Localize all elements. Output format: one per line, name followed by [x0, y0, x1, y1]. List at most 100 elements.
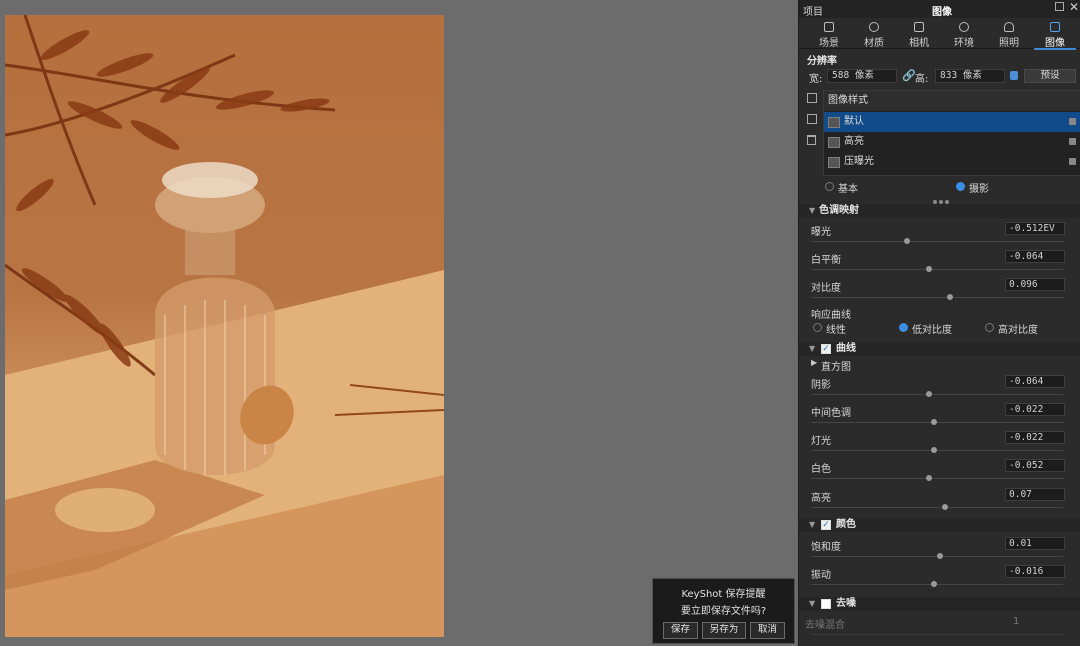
tab-material[interactable]: 材质 — [853, 20, 895, 49]
midtones-field[interactable]: -0.022 — [1005, 403, 1065, 416]
tab-scene[interactable]: 场景 — [808, 20, 850, 49]
image-style-list: 图像样式 默认 高亮 压曝光 — [823, 90, 1080, 176]
midtones-slider-handle[interactable] — [931, 419, 938, 425]
brights-field[interactable]: 0.07 — [1005, 488, 1065, 501]
exposure-slider[interactable] — [811, 241, 1063, 242]
contrast-label: 对比度 — [811, 283, 841, 294]
style-item-label: 默认 — [844, 116, 864, 127]
undock-icon[interactable] — [1055, 2, 1064, 11]
tab-image[interactable]: 图像 — [1034, 20, 1076, 50]
brights-slider-handle[interactable] — [941, 504, 948, 510]
height-label: 高: — [915, 74, 929, 85]
tab-lighting[interactable]: 照明 — [988, 20, 1030, 49]
denoise-heading: 去噪 — [836, 598, 856, 609]
color-enable-checkbox[interactable]: ✓ — [821, 520, 831, 530]
material-icon — [869, 22, 879, 32]
whites-slider-handle[interactable] — [926, 475, 933, 481]
contrast-slider[interactable] — [811, 297, 1063, 298]
highlights-label: 灯光 — [811, 436, 831, 447]
tab-image-label: 图像 — [1045, 38, 1065, 49]
brights-slider[interactable] — [811, 507, 1063, 508]
save-button[interactable]: 保存 — [663, 622, 698, 639]
dialog-title: KeyShot 保存提醒 — [681, 589, 766, 600]
mode-basic-label: 基本 — [838, 184, 858, 195]
color-heading: 颜色 — [836, 519, 856, 530]
white-balance-slider-handle[interactable] — [926, 266, 933, 272]
curves-section[interactable]: ▼ ✓ 曲线 — [799, 342, 1080, 356]
curve-high-contrast-radio[interactable] — [985, 323, 994, 332]
environment-icon — [959, 22, 969, 32]
saturation-field[interactable]: 0.01 — [1005, 537, 1065, 550]
highlights-field[interactable]: -0.022 — [1005, 431, 1065, 444]
preset-button[interactable]: 预设 — [1024, 69, 1076, 83]
whites-slider[interactable] — [811, 478, 1063, 479]
padlock-icon — [1069, 118, 1076, 125]
style-item-default[interactable]: 默认 — [824, 112, 1080, 132]
link-icon[interactable]: 🔗 — [902, 69, 916, 82]
style-swatch-icon — [828, 137, 840, 148]
tab-environment[interactable]: 环境 — [943, 20, 985, 49]
save-as-button[interactable]: 另存为 — [702, 622, 746, 639]
denoise-enable-checkbox[interactable]: ✓ — [821, 599, 831, 609]
chevron-down-icon: ▼ — [809, 206, 816, 215]
more-options-icon[interactable] — [933, 196, 953, 204]
tab-environment-label: 环境 — [954, 38, 974, 49]
contrast-field[interactable]: 0.096 — [1005, 278, 1065, 291]
style-swatch-icon — [828, 117, 840, 128]
mode-photo-radio[interactable] — [956, 182, 965, 191]
saturation-label: 饱和度 — [811, 542, 841, 553]
panel-title: 图像 — [932, 7, 952, 18]
denoise-blend-slider[interactable] — [811, 634, 1063, 635]
panel-tabs: 场景 材质 相机 环境 照明 图像 — [799, 18, 1080, 50]
duplicate-style-icon[interactable] — [807, 114, 817, 124]
lighting-icon — [1004, 22, 1014, 32]
saturation-slider-handle[interactable] — [936, 553, 943, 559]
highlights-slider[interactable] — [811, 450, 1063, 451]
project-label: 项目 — [803, 7, 823, 18]
highlights-slider-handle[interactable] — [931, 447, 938, 453]
histogram-label[interactable]: 直方图 — [821, 358, 851, 373]
trash-icon[interactable] — [807, 135, 816, 145]
histogram-expand-icon[interactable]: ▶ — [811, 358, 817, 367]
white-balance-field[interactable]: -0.064 — [1005, 250, 1065, 263]
height-field[interactable]: 833 像素 — [935, 69, 1005, 83]
vibrance-field[interactable]: -0.016 — [1005, 565, 1065, 578]
vibrance-slider[interactable] — [811, 584, 1063, 585]
curves-enable-checkbox[interactable]: ✓ — [821, 344, 831, 354]
exposure-field[interactable]: -0.512EV — [1005, 222, 1065, 235]
color-section[interactable]: ▼ ✓ 颜色 — [799, 518, 1080, 532]
chevron-down-icon: ▼ — [809, 599, 816, 608]
padlock-icon — [1069, 158, 1076, 165]
contrast-slider-handle[interactable] — [946, 294, 953, 300]
vibrance-slider-handle[interactable] — [931, 581, 938, 587]
shadows-label: 阴影 — [811, 380, 831, 391]
add-style-icon[interactable] — [807, 93, 817, 103]
curve-linear-radio[interactable] — [813, 323, 822, 332]
tone-mapping-heading: 色调映射 — [819, 205, 859, 216]
shadows-slider-handle[interactable] — [926, 391, 933, 397]
curve-low-contrast-radio[interactable] — [899, 323, 908, 332]
denoise-blend-value[interactable]: 1 — [1013, 616, 1019, 627]
render-viewport[interactable]: KeyShot 保存提醒 要立即保存文件吗? 保存 另存为 取消 — [0, 0, 798, 646]
close-icon[interactable]: ✕ — [1069, 0, 1079, 14]
width-field[interactable]: 588 像素 — [827, 69, 897, 83]
tone-mapping-section[interactable]: ▼ 色调映射 — [799, 204, 1080, 218]
brights-label: 高亮 — [811, 493, 831, 504]
tab-camera[interactable]: 相机 — [898, 20, 940, 49]
white-balance-slider[interactable] — [811, 269, 1063, 270]
mode-basic-radio[interactable] — [825, 182, 834, 191]
exposure-slider-handle[interactable] — [903, 238, 910, 244]
shadows-slider[interactable] — [811, 394, 1063, 395]
cancel-button[interactable]: 取消 — [750, 622, 785, 639]
midtones-label: 中间色调 — [811, 408, 851, 419]
denoise-section[interactable]: ▼ ✓ 去噪 — [799, 597, 1080, 611]
camera-icon — [914, 22, 924, 32]
shadows-field[interactable]: -0.064 — [1005, 375, 1065, 388]
style-item-low-exposure[interactable]: 压曝光 — [824, 152, 1080, 172]
whites-field[interactable]: -0.052 — [1005, 459, 1065, 472]
midtones-slider[interactable] — [811, 422, 1063, 423]
scene-icon — [824, 22, 834, 32]
style-item-highlight[interactable]: 高亮 — [824, 132, 1080, 152]
curve-linear-label: 线性 — [826, 325, 846, 336]
lock-icon[interactable] — [1010, 71, 1018, 80]
